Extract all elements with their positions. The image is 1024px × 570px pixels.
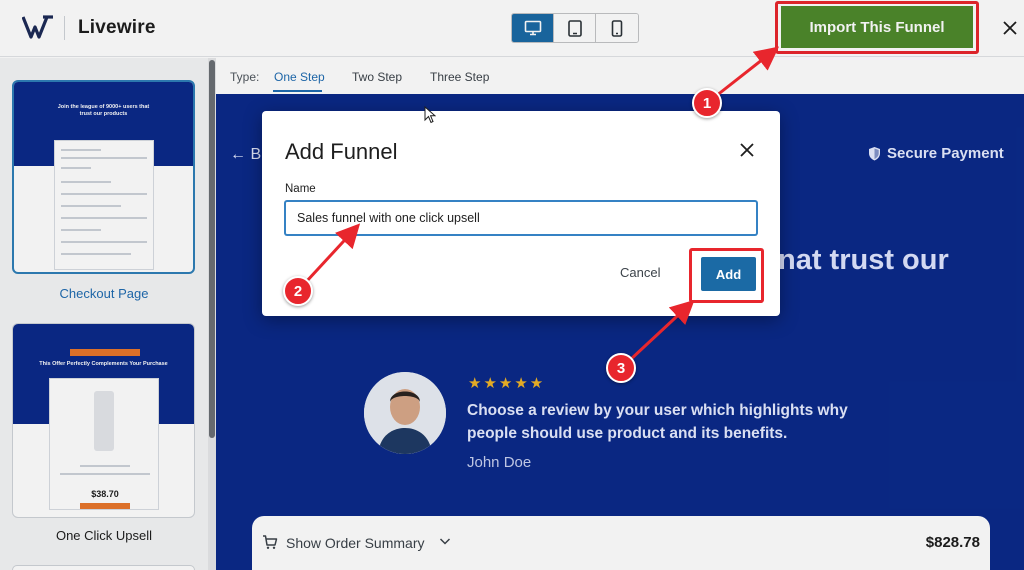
cancel-button[interactable]: Cancel bbox=[620, 265, 660, 280]
highlight-box-add bbox=[689, 248, 764, 303]
dialog-title: Add Funnel bbox=[285, 139, 398, 164]
step-callout-3: 3 bbox=[606, 353, 636, 383]
dialog-close-button[interactable] bbox=[736, 139, 758, 161]
step-callout-2: 2 bbox=[283, 276, 313, 306]
step-callout-1: 1 bbox=[692, 88, 722, 118]
close-icon bbox=[740, 143, 754, 157]
funnel-name-input[interactable] bbox=[285, 201, 757, 235]
mouse-cursor-icon bbox=[424, 106, 436, 124]
name-field-label: Name bbox=[285, 183, 316, 195]
